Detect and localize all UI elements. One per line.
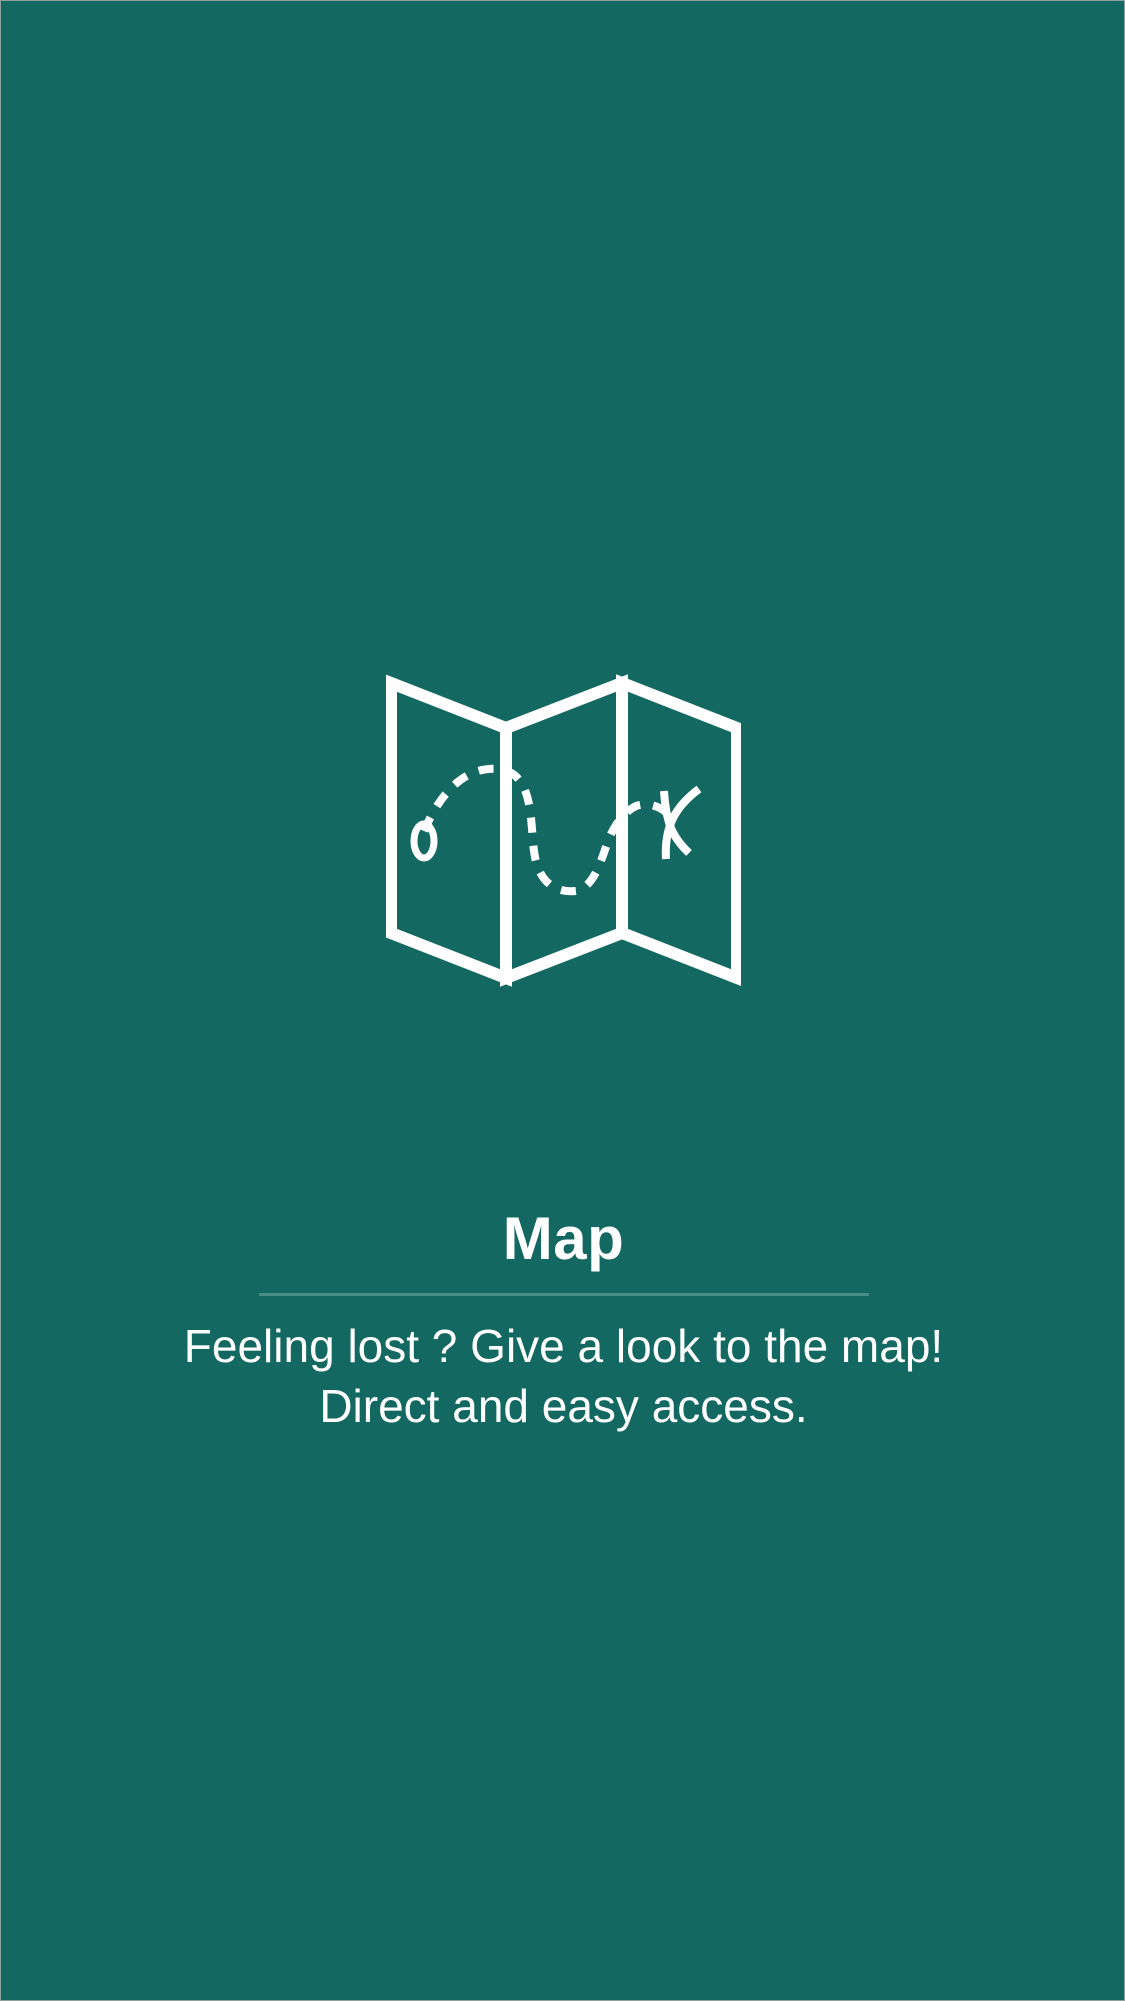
folded-map-icon [386, 671, 741, 991]
page-title: Map [502, 1205, 625, 1272]
description-line: Direct and easy access. [319, 1380, 808, 1432]
description-line: Feeling lost ? Give a look to the map! [183, 1320, 944, 1372]
onboarding-screen: Map Feeling lost ? Give a look to the ma… [0, 0, 1125, 2001]
description-text: Feeling lost ? Give a look to the map! D… [61, 1316, 1066, 1436]
divider [259, 1293, 869, 1296]
